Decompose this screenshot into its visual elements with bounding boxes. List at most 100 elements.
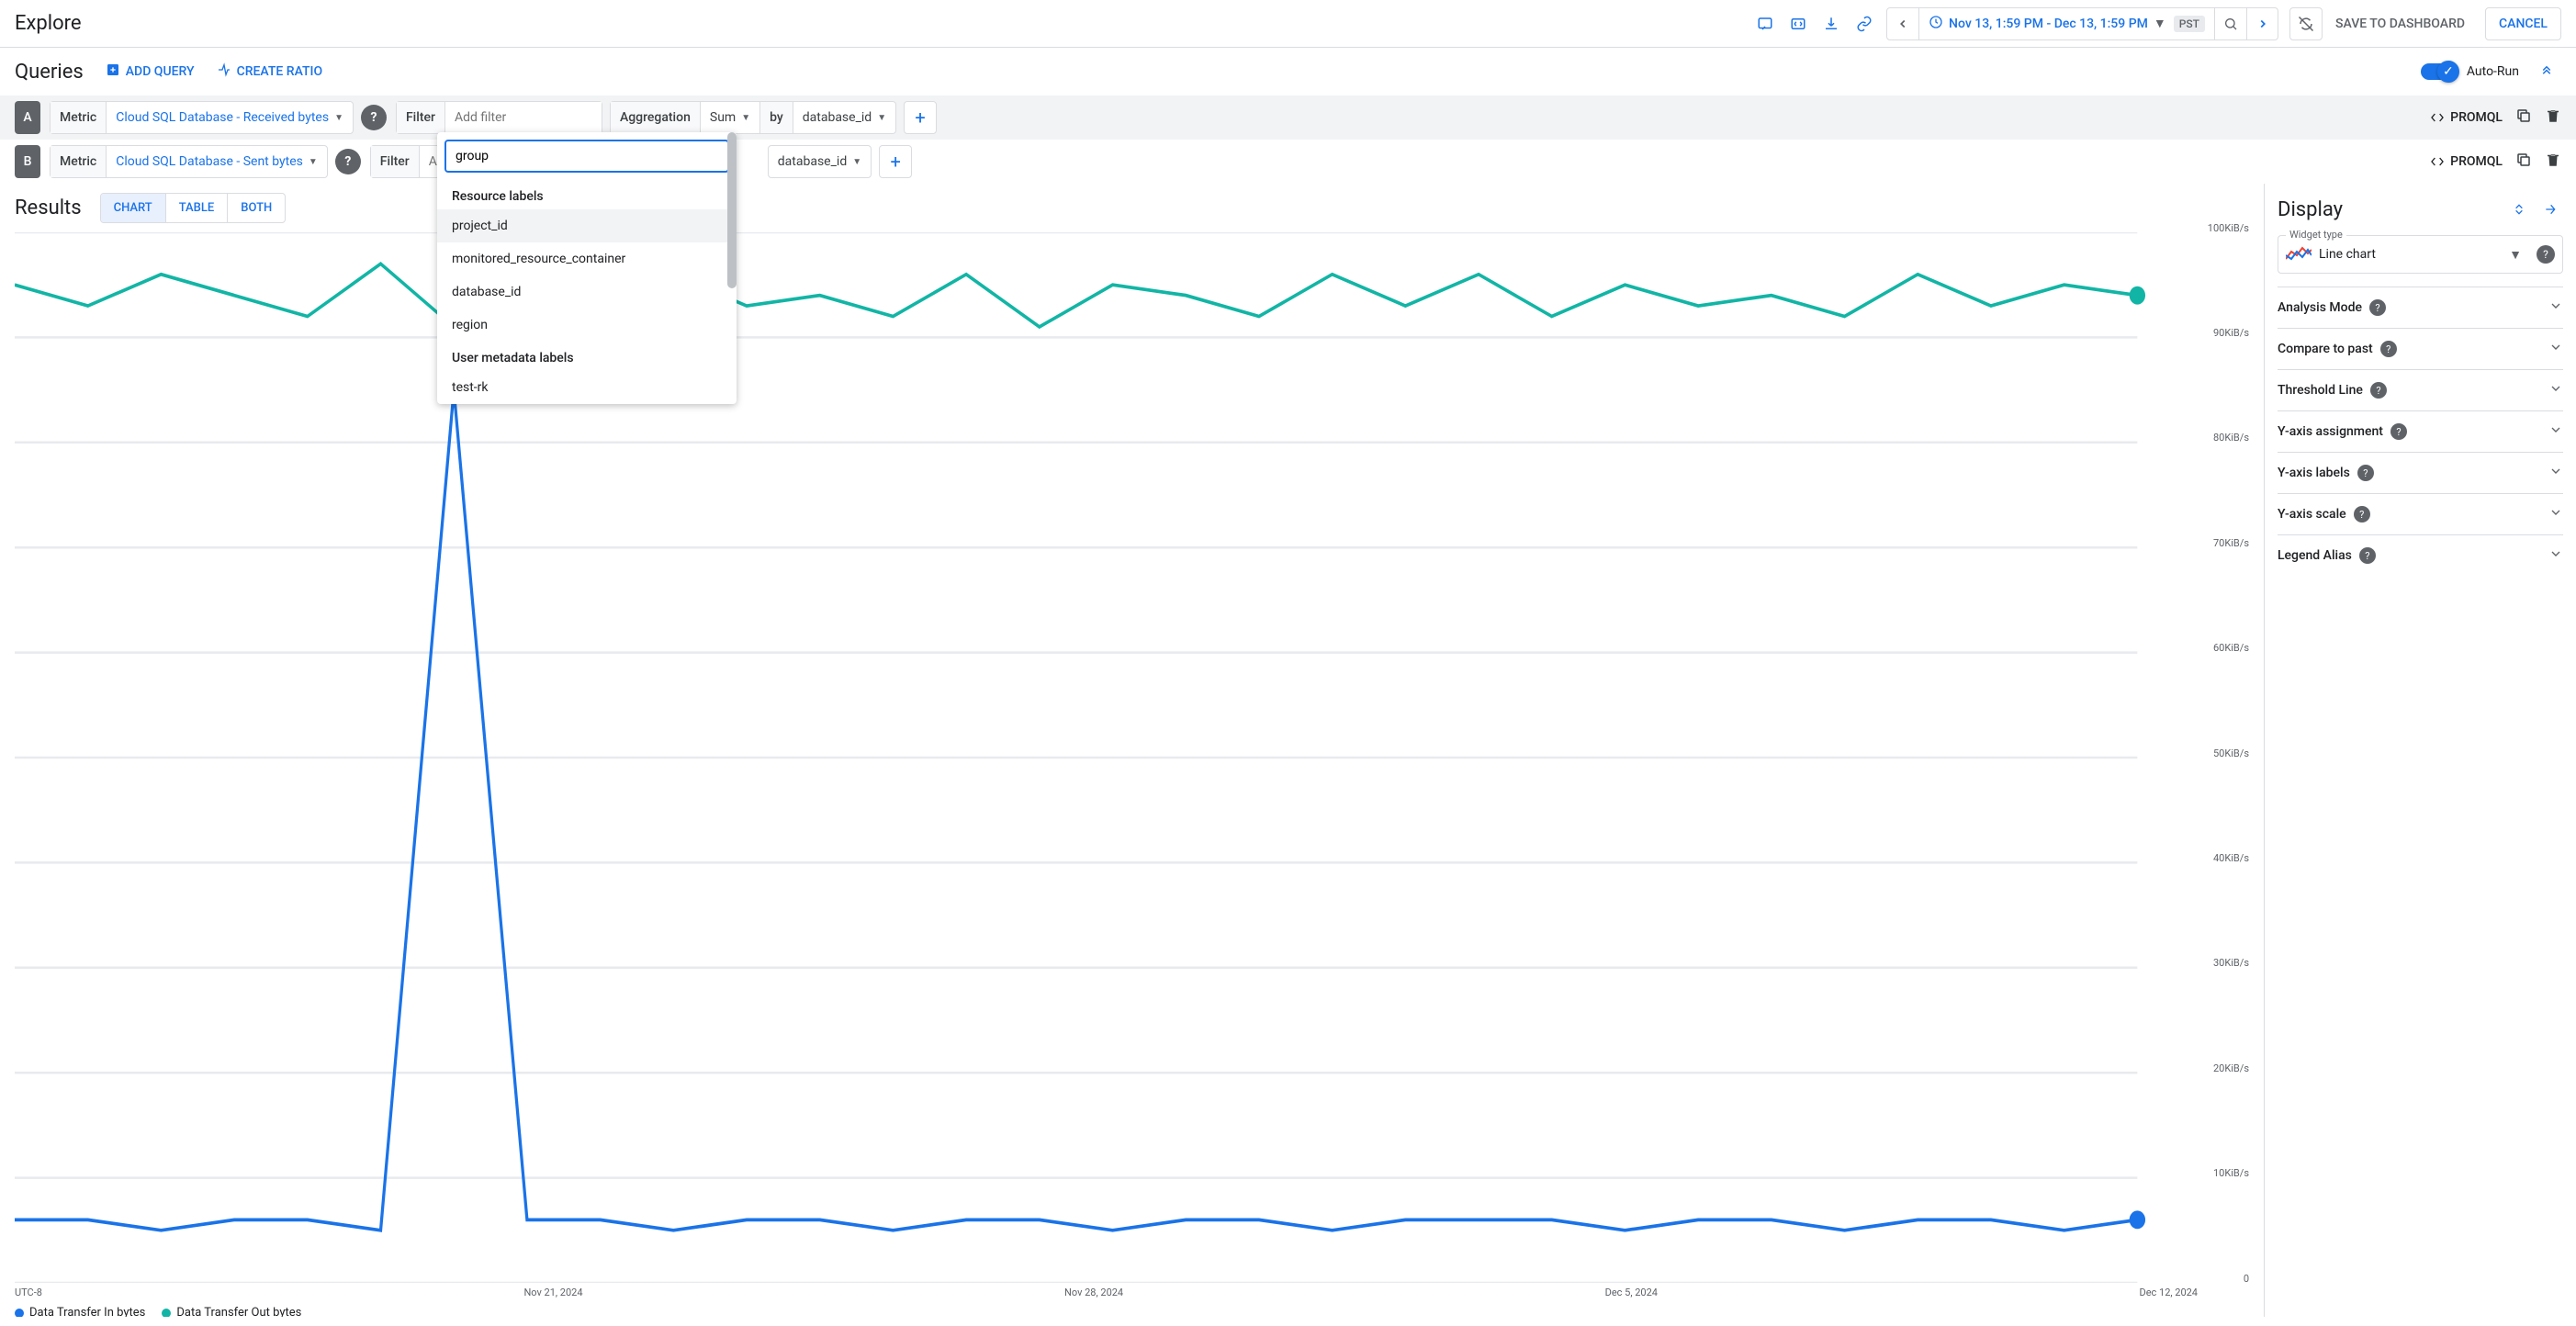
create-ratio-button[interactable]: CREATE RATIO [217,62,323,81]
tab-both[interactable]: BOTH [228,194,285,222]
help-icon[interactable]: ? [2380,341,2397,357]
add-query-button[interactable]: ADD QUERY [106,62,195,81]
legend-swatch [162,1309,171,1318]
dropdown-option[interactable]: project_id [437,209,737,242]
auto-run-toggle[interactable]: ✓ [2421,63,2458,80]
promql-button-b[interactable]: PROMQL [2430,154,2503,169]
y-tick-label: 60KiB/s [2213,642,2249,654]
add-aggregation-b[interactable]: + [879,145,912,178]
legend-item[interactable]: Data Transfer Out bytes [162,1306,301,1317]
filter-search-input[interactable] [444,140,729,173]
help-icon[interactable]: ? [2390,423,2407,440]
y-tick-label: 50KiB/s [2213,747,2249,759]
time-range-display[interactable]: Nov 13, 1:59 PM - Dec 13, 1:59 PM ▼ PST [1918,8,2215,39]
help-icon[interactable]: ? [2370,382,2387,399]
filter-input-a[interactable] [445,102,602,133]
y-tick-label: 30KiB/s [2213,957,2249,969]
auto-refresh-toggle[interactable] [2289,7,2323,40]
help-icon[interactable]: ? [2354,506,2370,523]
plus-box-icon [106,62,120,81]
copy-icon[interactable] [2515,107,2532,128]
collapse-queries-button[interactable] [2532,57,2561,86]
time-range-text: Nov 13, 1:59 PM - Dec 13, 1:59 PM [1949,17,2148,31]
expand-panel-icon[interactable] [2506,197,2532,222]
caret-down-icon: ▼ [2154,16,2166,31]
y-tick-label: 0 [2244,1273,2249,1285]
query-row-a: A Metric Cloud SQL Database - Received b… [0,96,2576,140]
y-tick-label: 70KiB/s [2213,537,2249,549]
legend-item[interactable]: Data Transfer In bytes [15,1306,145,1317]
tab-chart[interactable]: CHART [101,194,166,222]
caret-down-icon: ▼ [2509,247,2522,263]
y-tick-label: 40KiB/s [2213,852,2249,864]
link-icon[interactable] [1848,7,1881,40]
x-tick-label: Nov 28, 2024 [1064,1287,1123,1298]
aggregation-label: Aggregation [611,102,701,133]
chevron-down-icon [2548,381,2563,399]
chevron-down-icon [2548,298,2563,317]
metric-label: Metric [51,102,107,133]
metric-selector-b: Metric Cloud SQL Database - Sent bytes▼ [50,145,328,178]
help-icon[interactable]: ? [361,105,387,130]
tab-table[interactable]: TABLE [166,194,229,222]
chevron-down-icon [2548,422,2563,441]
query-badge-b[interactable]: B [15,145,40,178]
code-icon[interactable] [1782,7,1815,40]
aggregation-value-a[interactable]: Sum▼ [701,110,759,125]
chevron-down-icon [2548,464,2563,482]
display-panel: Display Widget type Line chart ▼ ? Analy… [2264,184,2576,1317]
chart-area[interactable]: 100KiB/s90KiB/s80KiB/s70KiB/s60KiB/s50Ki… [15,232,2249,1283]
query-badge-a[interactable]: A [15,101,40,134]
filter-selector-a: Filter [396,101,602,134]
promql-button-a[interactable]: PROMQL [2430,110,2503,125]
feedback-icon[interactable] [1749,7,1782,40]
dropdown-option[interactable]: region [437,309,737,342]
dropdown-option[interactable]: test-rk [437,371,737,404]
save-to-dashboard-button[interactable]: SAVE TO DASHBOARD [2323,7,2478,40]
chart-legend: Data Transfer In bytes Data Transfer Out … [15,1306,2249,1317]
display-title: Display [2278,198,2343,221]
help-icon[interactable]: ? [2537,245,2555,264]
help-icon[interactable]: ? [2359,547,2376,564]
time-search-button[interactable] [2215,8,2246,39]
y-tick-label: 90KiB/s [2213,327,2249,339]
help-icon[interactable]: ? [2369,299,2386,316]
display-section-row[interactable]: Threshold Line? [2278,369,2563,410]
display-section-row[interactable]: Legend Alias? [2278,534,2563,576]
display-section-row[interactable]: Y-axis labels? [2278,452,2563,493]
cancel-button[interactable]: CANCEL [2485,7,2561,40]
metric-value-a[interactable]: Cloud SQL Database - Received bytes▼ [107,110,353,125]
y-tick-label: 20KiB/s [2213,1062,2249,1074]
widget-type-select[interactable]: Widget type Line chart ▼ ? [2278,235,2563,274]
y-tick-label: 80KiB/s [2213,432,2249,444]
metric-value-b[interactable]: Cloud SQL Database - Sent bytes▼ [107,154,327,169]
help-icon[interactable]: ? [335,149,361,174]
time-prev-button[interactable] [1887,8,1918,39]
delete-icon[interactable] [2545,152,2561,172]
copy-icon[interactable] [2515,152,2532,172]
x-tick-label: Dec 12, 2024 [2139,1287,2198,1298]
results-view-tabs: CHART TABLE BOTH [100,193,287,223]
by-value-b[interactable]: database_id▼ [769,154,871,169]
y-tick-label: 10KiB/s [2213,1167,2249,1179]
display-section-row[interactable]: Analysis Mode? [2278,287,2563,328]
dropdown-option[interactable]: database_id [437,275,737,309]
time-next-button[interactable] [2246,8,2278,39]
by-value-a[interactable]: database_id▼ [793,110,895,125]
x-tick-label: Nov 21, 2024 [523,1287,582,1298]
display-section-row[interactable]: Y-axis assignment? [2278,410,2563,452]
by-label: by [759,102,793,133]
add-aggregation-a[interactable]: + [904,101,937,134]
line-chart-icon [2286,246,2312,263]
help-icon[interactable]: ? [2357,465,2374,481]
download-icon[interactable] [1815,7,1848,40]
dropdown-scrollbar[interactable] [727,132,737,288]
display-section-row[interactable]: Compare to past? [2278,328,2563,369]
collapse-panel-icon[interactable] [2537,197,2563,222]
chevron-down-icon [2548,340,2563,358]
delete-icon[interactable] [2545,107,2561,128]
dropdown-option[interactable]: monitored_resource_container [437,242,737,275]
display-section-row[interactable]: Y-axis scale? [2278,493,2563,534]
dropdown-section-resource: Resource labels [437,180,737,209]
page-title: Explore [15,12,82,35]
